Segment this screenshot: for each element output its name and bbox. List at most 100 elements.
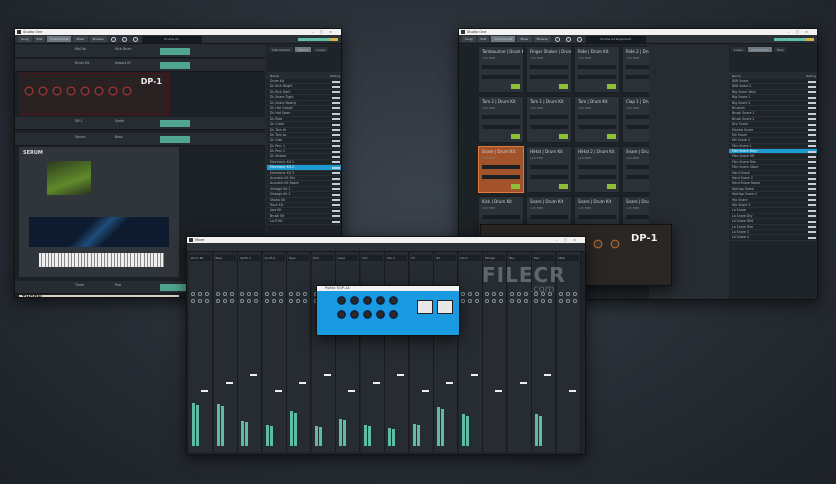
column-name[interactable]: Name xyxy=(270,74,279,78)
toolbar-button-song[interactable]: Song xyxy=(18,36,32,42)
audio-clip[interactable] xyxy=(160,48,190,55)
send-knob[interactable] xyxy=(558,299,563,303)
volume-fader[interactable] xyxy=(446,382,453,384)
send-knob[interactable] xyxy=(264,292,269,296)
pad-play-icon[interactable] xyxy=(511,84,520,89)
send-knob[interactable] xyxy=(198,299,202,303)
pad-play-icon[interactable] xyxy=(511,184,520,189)
volume-fader[interactable] xyxy=(250,374,257,376)
pad-field[interactable] xyxy=(530,165,568,169)
send-knob[interactable] xyxy=(485,299,489,303)
volume-fader[interactable] xyxy=(225,382,233,384)
pad-field[interactable] xyxy=(530,175,568,179)
knob[interactable] xyxy=(94,86,104,96)
send-knob[interactable] xyxy=(565,292,570,296)
toolbar-button-instruments[interactable]: Instruments xyxy=(47,36,72,42)
send-knob[interactable] xyxy=(229,299,234,303)
send-knob[interactable] xyxy=(198,292,202,296)
send-knob[interactable] xyxy=(558,292,563,296)
send-knob[interactable] xyxy=(534,299,538,303)
send-knob[interactable] xyxy=(509,299,514,303)
pad-play-icon[interactable] xyxy=(559,184,568,189)
knob[interactable] xyxy=(122,86,132,96)
column-name[interactable]: Name xyxy=(732,74,741,78)
send-knob[interactable] xyxy=(474,299,479,303)
audio-clip[interactable] xyxy=(160,136,190,143)
knob[interactable] xyxy=(108,86,118,96)
volume-fader[interactable] xyxy=(421,390,429,392)
window-controls[interactable]: –□× xyxy=(312,29,338,35)
eq-knob[interactable] xyxy=(337,310,346,319)
metronome-icon[interactable] xyxy=(110,36,116,42)
browser-tab[interactable]: Instruments xyxy=(747,47,772,52)
volume-fader[interactable] xyxy=(397,374,404,376)
send-knob[interactable] xyxy=(289,299,293,303)
send-knob[interactable] xyxy=(499,299,503,303)
audio-clip[interactable] xyxy=(160,120,190,127)
send-knob[interactable] xyxy=(271,299,276,303)
send-knob[interactable] xyxy=(460,292,465,296)
audio-clip[interactable] xyxy=(160,62,190,69)
track-row[interactable]: Serum Bass xyxy=(15,133,265,146)
send-knob[interactable] xyxy=(264,299,269,303)
piano-keyboard[interactable] xyxy=(39,253,165,268)
send-knob[interactable] xyxy=(523,299,528,303)
toolbar-button-instruments[interactable]: Instruments xyxy=(491,36,516,42)
column-rating[interactable]: Rating xyxy=(330,74,340,78)
window-controls[interactable]: –□× xyxy=(788,29,814,35)
toolbar-button-song[interactable]: Song xyxy=(462,36,476,42)
piano-key[interactable] xyxy=(160,253,165,267)
send-knob[interactable] xyxy=(254,299,258,303)
send-knob[interactable] xyxy=(271,292,276,296)
drum-pad[interactable]: Tom | Drum Kit 120 BPM xyxy=(574,96,620,143)
send-knob[interactable] xyxy=(572,299,577,303)
eq-knob[interactable] xyxy=(389,310,398,319)
send-knob[interactable] xyxy=(240,299,244,303)
knob[interactable] xyxy=(80,86,90,96)
send-knob[interactable] xyxy=(278,292,283,296)
eq-knob[interactable] xyxy=(337,296,346,305)
send-knob[interactable] xyxy=(222,299,227,303)
drum-pad[interactable]: Snare | Drum Kit 120 BPM xyxy=(478,146,524,193)
browser-tab[interactable]: Effects xyxy=(295,47,312,52)
pad-field[interactable] xyxy=(530,125,568,129)
send-knob[interactable] xyxy=(541,299,545,303)
toolbar-button-edit[interactable]: Edit xyxy=(33,36,46,42)
knob[interactable] xyxy=(610,239,620,249)
knob[interactable] xyxy=(38,86,48,96)
pad-field[interactable] xyxy=(482,65,520,69)
send-knob[interactable] xyxy=(565,299,570,303)
send-knob[interactable] xyxy=(516,299,521,303)
eq-knob[interactable] xyxy=(363,296,372,305)
send-knob[interactable] xyxy=(485,292,489,296)
browser-tab[interactable]: Files xyxy=(773,47,787,52)
pad-field[interactable] xyxy=(482,165,520,169)
drum-pad[interactable]: HiHat 2 | Drum Kit 120 BPM xyxy=(574,146,620,193)
drum-pad[interactable]: Tom 2 | Drum Kit 120 BPM xyxy=(478,96,524,143)
send-knob[interactable] xyxy=(467,292,472,296)
volume-fader[interactable] xyxy=(544,374,551,376)
track-row[interactable]: DP-1 Synth xyxy=(15,117,265,130)
volume-fader[interactable] xyxy=(201,390,208,392)
volume-fader[interactable] xyxy=(299,382,306,384)
pad-field[interactable] xyxy=(530,115,568,119)
send-knob[interactable] xyxy=(509,292,514,296)
pad-field[interactable] xyxy=(482,175,520,179)
drum-pad[interactable]: HiHat | Drum Kit 120 BPM xyxy=(526,146,572,193)
knob[interactable] xyxy=(593,239,603,249)
volume-fader[interactable] xyxy=(323,374,331,376)
settings-icon[interactable] xyxy=(121,36,127,42)
send-knob[interactable] xyxy=(191,299,195,303)
send-knob[interactable] xyxy=(278,299,283,303)
pad-field[interactable] xyxy=(482,215,520,219)
send-knob[interactable] xyxy=(205,299,209,303)
volume-fader[interactable] xyxy=(274,390,282,392)
pad-play-icon[interactable] xyxy=(559,84,568,89)
send-knob[interactable] xyxy=(296,299,300,303)
volume-fader[interactable] xyxy=(495,390,502,392)
pad-field[interactable] xyxy=(530,75,568,79)
send-knob[interactable] xyxy=(467,299,472,303)
knob[interactable] xyxy=(24,86,34,96)
eq-knob[interactable] xyxy=(350,310,359,319)
pad-field[interactable] xyxy=(578,115,616,119)
